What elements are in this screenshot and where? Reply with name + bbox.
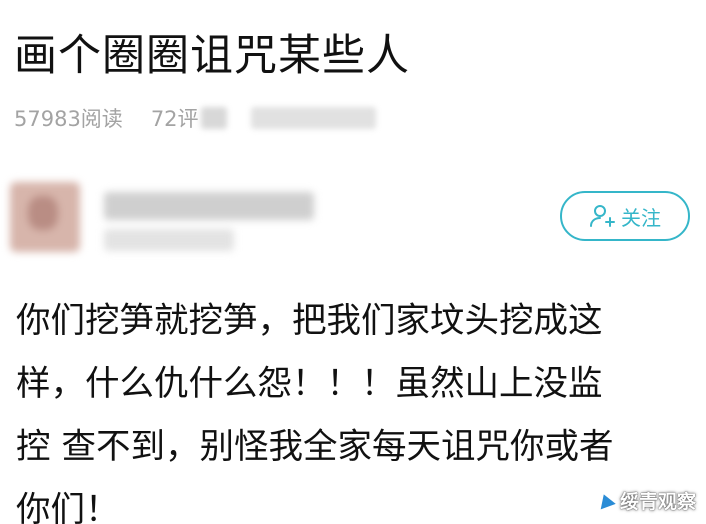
content-line: 你们！ <box>16 490 120 524</box>
author-info-blurred <box>104 229 234 251</box>
author-name-blurred[interactable] <box>104 192 314 220</box>
content-line: 样，什么仇什么怨！！！虽然山上没监 <box>16 364 603 404</box>
bird-logo-icon <box>596 491 616 510</box>
read-count: 57983阅读 <box>14 107 123 131</box>
comment-count[interactable]: 72评 <box>151 103 199 133</box>
content-line: 控 查不到，别怪我全家每天诅咒你或者 <box>16 427 614 467</box>
article-page: 画个圈圈诅咒某些人 57983阅读 72评 关注 你们挖笋就挖笋，把我们家坟头挖… <box>0 0 706 524</box>
blurred-meta-text <box>250 107 376 129</box>
author-avatar[interactable] <box>10 182 80 252</box>
blurred-meta-text <box>200 107 227 129</box>
post-title: 画个圈圈诅咒某些人 <box>14 31 410 81</box>
watermark: 绥青观察 <box>596 487 696 514</box>
add-user-icon <box>589 203 615 229</box>
watermark-text: 绥青观察 <box>619 491 696 513</box>
follow-button[interactable]: 关注 <box>560 191 690 241</box>
post-content: 你们挖笋就挖笋，把我们家坟头挖成这 样，什么仇什么怨！！！虽然山上没监 控 查不… <box>16 290 696 524</box>
content-line: 你们挖笋就挖笋，把我们家坟头挖成这 <box>16 301 603 341</box>
follow-label: 关注 <box>621 205 661 230</box>
post-meta: 57983阅读 72评 <box>14 104 376 132</box>
